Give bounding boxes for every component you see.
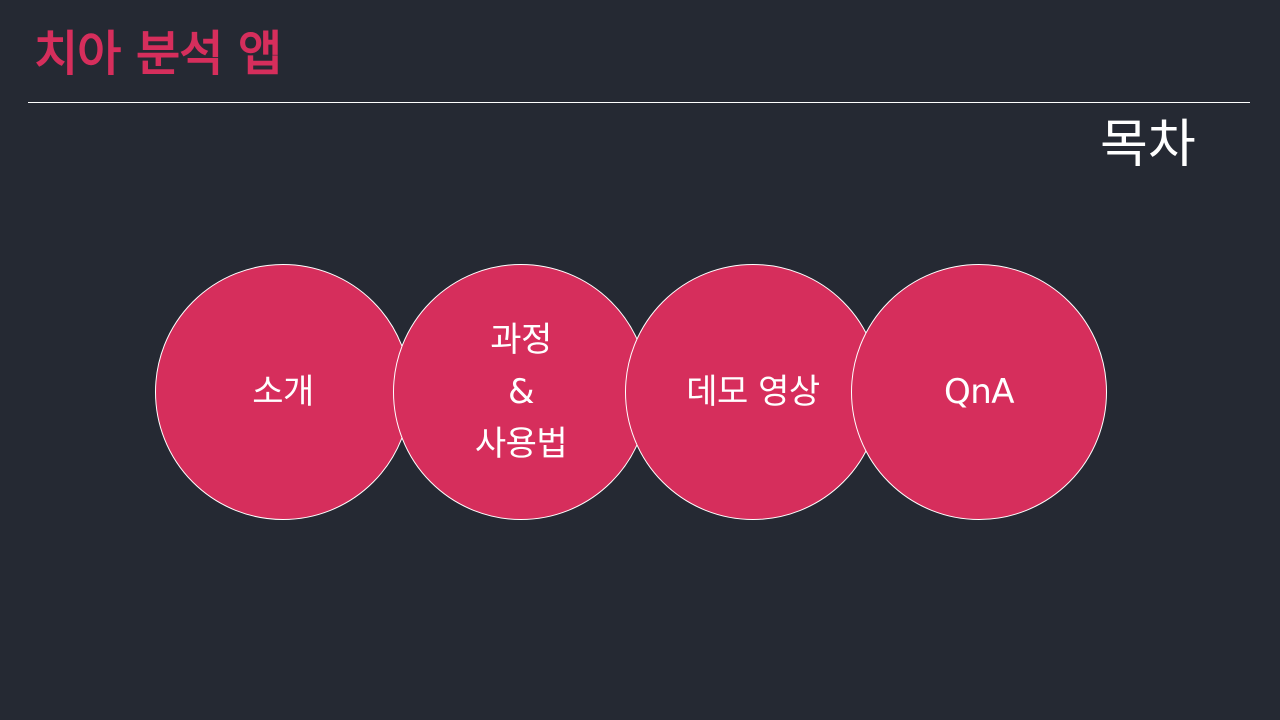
agenda-item-qna: QnA <box>851 264 1107 520</box>
agenda-item-process-usage: 과정 & 사용법 <box>393 264 649 520</box>
agenda-item-label: QnA <box>943 372 1015 412</box>
agenda-item-label: 과정 & 사용법 <box>474 320 568 464</box>
title-divider <box>28 102 1250 103</box>
agenda-item-intro: 소개 <box>155 264 411 520</box>
agenda-item-demo-video: 데모 영상 <box>625 264 881 520</box>
agenda-item-label: 소개 <box>252 372 314 412</box>
slide-title: 치아 분석 앱 <box>34 26 282 82</box>
section-label: 목차 <box>1100 115 1196 175</box>
agenda-item-label: 데모 영상 <box>686 372 820 412</box>
